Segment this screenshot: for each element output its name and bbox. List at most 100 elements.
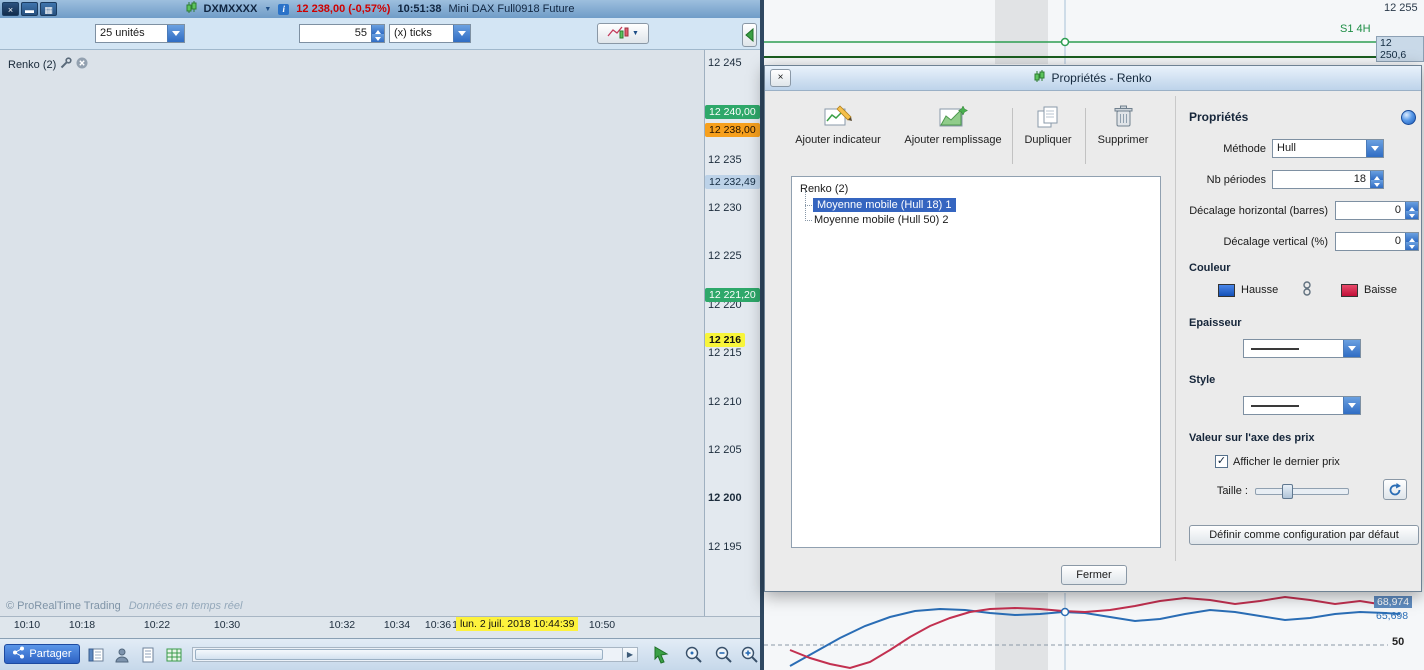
tree-line [805,220,812,221]
crosshair-date-badge: lun. 2 juil. 2018 10:44:39 [456,617,579,631]
time-axis-labels: 10:10 10:18 10:22 10:30 10:32 10:34 10:36 1 10:5… [2,619,704,635]
taille-slider[interactable] [1255,484,1349,499]
style-select[interactable] [1243,396,1361,415]
style-label: Style [1189,374,1216,386]
bar-unit-select[interactable]: (x) ticks [389,24,471,43]
time-axis-label: 10:30 [213,619,241,631]
chevron-down-icon[interactable] [1343,340,1360,357]
indicator-tree[interactable]: Renko (2) Moyenne mobile (Hull 18) 1 Moy… [791,176,1161,548]
watermark: © ProRealTime Trading Données en temps ré… [6,600,242,612]
bottom-toolbar: Partager ▶ [0,638,760,670]
orderbook-icon[interactable] [86,645,106,665]
baisse-label: Baisse [1364,284,1398,296]
help-icon[interactable] [1401,110,1416,125]
share-button[interactable]: Partager [4,644,80,664]
delete-button[interactable]: Supprimer [1091,104,1155,164]
chart-cursor-icon[interactable] [652,645,672,665]
tree-item-hull50[interactable]: Moyenne mobile (Hull 50) 2 [814,214,949,226]
periods-label: Nb périodes [1206,174,1266,186]
spin-up-icon[interactable] [1370,171,1383,180]
zoom-reset-icon[interactable] [684,645,704,665]
chevron-down-icon[interactable] [453,25,470,42]
spin-down-icon[interactable] [371,33,384,42]
tree-item-renko[interactable]: Renko (2) [800,183,848,195]
copyright-text: © ProRealTime Trading [6,600,121,612]
chart-plot-area[interactable] [2,50,704,616]
periods-value: 18 [1353,173,1366,185]
horizontal-scrollbar[interactable]: ▶ [192,647,638,662]
symbol-selector[interactable]: DXMXXXX [204,3,258,15]
zoom-in-icon[interactable] [740,645,760,665]
scroll-right-icon[interactable]: ▶ [622,648,637,661]
hausse-color-swatch[interactable] [1218,284,1235,297]
fermer-button[interactable]: Fermer [1061,565,1127,585]
data-table-icon[interactable] [164,645,184,665]
line-style-sample [1251,405,1299,407]
price-badge: 12 250,6 [1376,36,1424,62]
time-axis-label: 10:34 [383,619,411,631]
window-titlebar: × ▬ ▦ DXMXXXX ▼ i 12 238,00 (-0,57%) 10:… [0,0,760,18]
info-icon[interactable]: i [278,3,290,15]
share-icon [12,646,25,662]
baisse-color-swatch[interactable] [1341,284,1358,297]
spin-up-icon[interactable] [371,25,384,34]
tree-item-hull18[interactable]: Moyenne mobile (Hull 18) 1 [813,198,956,212]
offset-v-value: 0 [1394,235,1401,247]
bar-size-stepper[interactable]: 55 [299,24,385,43]
chevron-down-icon: ▼ [632,30,639,37]
add-indicator-label: Ajouter indicateur [795,134,881,146]
units-select[interactable]: 25 unités [95,24,185,43]
bottom-right-chart-area [763,593,1424,670]
methode-label: Méthode [1223,143,1266,155]
bar-unit-value: (x) ticks [394,27,432,39]
oscillator-value-label: 65,698 [1376,610,1409,622]
trader-icon[interactable] [112,645,132,665]
add-fill-icon [939,105,968,127]
add-indicator-icon [824,105,852,126]
chart-type-button[interactable]: ▼ [597,23,649,44]
set-default-button[interactable]: Définir comme configuration par défaut [1189,525,1419,545]
tree-line [805,205,812,206]
spin-up-icon[interactable] [1405,233,1418,242]
dialog-close-icon[interactable]: × [770,69,791,87]
chart-toolbar: 25 unités 55 (x) ticks ▼ [0,18,760,50]
grip-icon [745,27,754,43]
close-icon[interactable] [76,57,88,72]
scrollbar-thumb[interactable] [195,649,603,660]
link-colors-icon[interactable] [1301,280,1313,303]
price-axis[interactable] [704,50,760,616]
offset-v-stepper[interactable]: 0 [1335,232,1419,251]
units-select-value: 25 unités [100,27,145,39]
notes-icon[interactable] [138,645,158,665]
add-indicator-button[interactable]: Ajouter indicateur [790,104,886,164]
spin-down-icon[interactable] [1405,210,1418,219]
spin-down-icon[interactable] [1370,179,1383,188]
chart-window: × ▬ ▦ DXMXXXX ▼ i 12 238,00 (-0,57%) 10:… [0,0,760,670]
methode-select[interactable]: Hull [1272,139,1384,158]
last-price: 12 238,00 (-0,57%) [296,3,391,15]
offset-v-label: Décalage vertical (%) [1223,236,1328,248]
periods-stepper[interactable]: 18 [1272,170,1384,189]
duplicate-button[interactable]: Dupliquer [1017,104,1079,164]
spin-up-icon[interactable] [1405,202,1418,211]
wrench-icon[interactable] [60,57,72,72]
oscillator-level-label: 50 [1392,636,1405,648]
couleur-label: Couleur [1189,262,1231,274]
realtime-text: Données en temps réel [128,600,243,612]
time-axis-label: 10:50 [588,619,616,631]
show-last-price-checkbox[interactable]: ✓ [1215,455,1228,468]
spin-down-icon[interactable] [1405,241,1418,250]
zoom-out-icon[interactable] [714,645,734,665]
offset-h-stepper[interactable]: 0 [1335,201,1419,220]
add-fill-button[interactable]: Ajouter remplissage [900,104,1006,164]
chevron-down-icon[interactable] [167,25,184,42]
chevron-down-icon[interactable] [1343,397,1360,414]
symbol-dropdown-icon[interactable]: ▼ [264,6,271,13]
slider-thumb[interactable] [1282,484,1293,499]
side-panel-handle[interactable] [742,23,757,47]
bar-size-value: 55 [354,27,367,39]
epaisseur-select[interactable] [1243,339,1361,358]
dialog-titlebar[interactable]: Propriétés - Renko [765,66,1421,91]
reset-size-button[interactable] [1383,479,1407,500]
chevron-down-icon[interactable] [1366,140,1383,157]
